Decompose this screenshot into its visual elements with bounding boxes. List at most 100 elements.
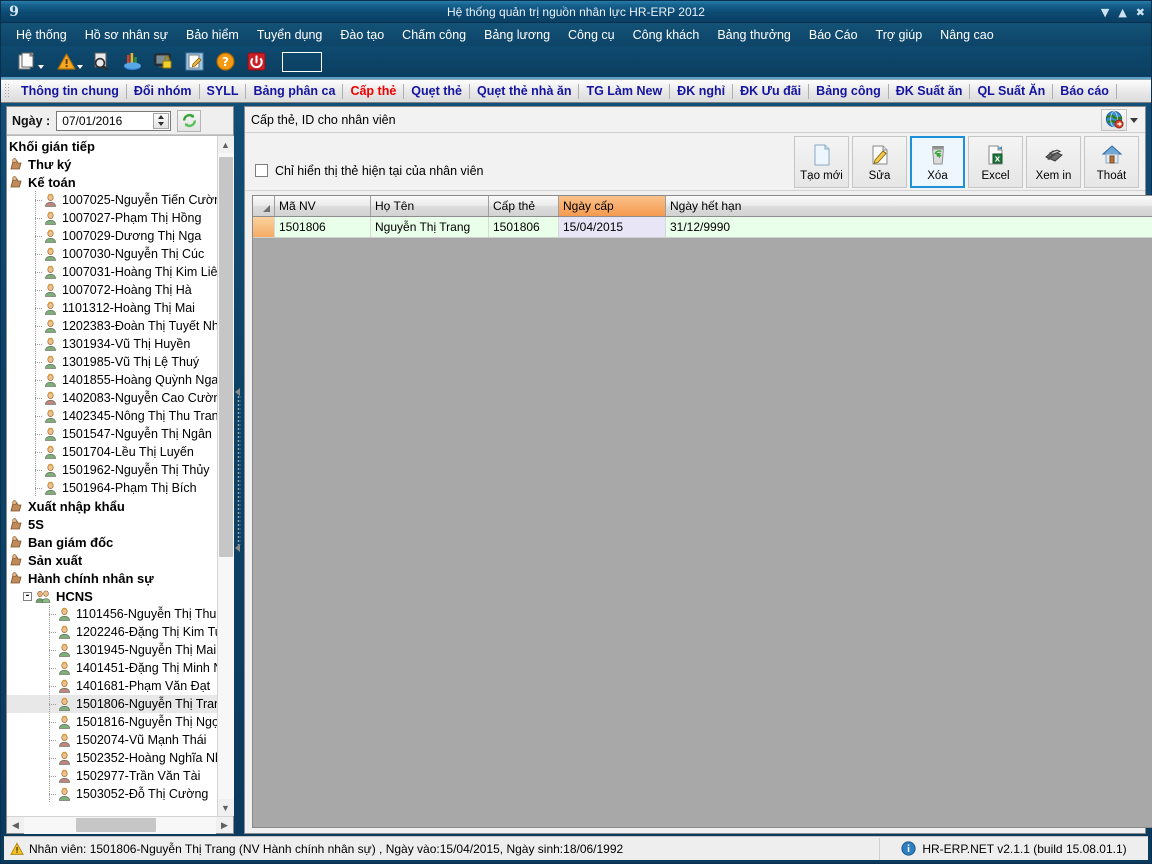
menu-nang-cao[interactable]: Nâng cao [931,26,1003,44]
chevron-down-icon[interactable] [77,64,83,69]
tree-employee-item[interactable]: 1402345-Nông Thị Thu Trang [7,407,217,425]
tree-employee-item[interactable]: 1501964-Phạm Thị Bích [7,479,217,497]
vscroll-track[interactable] [217,153,234,799]
tree-employee-item[interactable]: 1007031-Hoàng Thị Kim Liên [7,263,217,281]
tab-th-ng-tin-chung[interactable]: Thông tin chung [14,82,126,100]
menu-cong-cu[interactable]: Công cụ [559,26,624,44]
tree-group-item[interactable]: Khối gián tiếp [7,137,217,155]
chevron-down-icon[interactable] [38,64,44,69]
splitter-collapse-bottom-icon[interactable] [235,544,240,552]
hscroll-track[interactable] [24,816,216,834]
grid-select-all-header[interactable] [253,196,275,216]
tree-employee-item[interactable]: 1402083-Nguyễn Cao Cường [7,389,217,407]
date-spinner[interactable] [153,112,170,129]
grid-column-header[interactable]: Ngày cấp [559,196,666,216]
tree-employee-item[interactable]: 1007027-Phạm Thị Hồng [7,209,217,227]
warning-icon[interactable] [47,48,85,76]
tree-employee-item[interactable]: 1007030-Nguyễn Thị Cúc [7,245,217,263]
scroll-left-button[interactable]: ◀ [7,817,24,834]
splitter-collapse-top-icon[interactable] [235,388,240,396]
tab-c-p-th[interactable]: Cấp thẻ [343,82,403,100]
edit-note-icon[interactable] [179,48,209,76]
tab-ql-su-t-n[interactable]: QL Suất Ăn [970,82,1052,100]
chart-report-icon[interactable] [117,48,147,76]
tab-syll[interactable]: SYLL [200,82,246,100]
tab-tg-l-m-new[interactable]: TG Làm New [579,82,669,100]
menu-dao-tao[interactable]: Đào tạo [331,26,393,44]
documents-icon[interactable] [8,48,46,76]
tab-qu-t-th[interactable]: Quẹt thẻ [404,82,469,100]
grid-column-header[interactable]: Ngày hết hạn [666,196,1152,216]
grid-header-row[interactable]: Mã NV Họ Tên Cấp thẻ Ngày cấp Ngày hết hạn [253,196,1152,217]
grid-column-header[interactable]: Họ Tên [371,196,489,216]
tab-bar-grip[interactable] [4,83,10,99]
scroll-right-button[interactable]: ▶ [216,817,233,834]
print-preview-button[interactable]: Xem in [1026,135,1081,188]
power-off-icon[interactable] [241,48,271,76]
tree-employee-item[interactable]: 1502977-Trần Văn Tài [7,767,217,785]
employee-tree[interactable]: Khối gián tiếp Thư ký Kế toán 1007025-Nguyễ… [7,136,217,816]
tree-employee-item[interactable]: 1101312-Hoàng Thị Mai [7,299,217,317]
create-new-button[interactable]: Tạo mới [794,135,849,188]
tree-employee-item[interactable]: 1501806-Nguyễn Thị Tran [7,695,217,713]
search-document-icon[interactable] [86,48,116,76]
filter-checkbox-row[interactable]: Chỉ hiển thị thẻ hiện tại của nhân viên [255,164,794,178]
table-cell[interactable]: 1501806 [489,217,559,237]
tree-employee-item[interactable]: 1401451-Đặng Thị Minh N [7,659,217,677]
grid-column-header[interactable]: Mã NV [275,196,371,216]
tab-k-su-t-n[interactable]: ĐK Suất ăn [889,82,970,100]
delete-button[interactable]: Xóa [910,135,965,188]
date-picker[interactable] [56,110,172,131]
menu-ho-so-nhan-su[interactable]: Hồ sơ nhân sự [76,26,177,44]
minimize-button[interactable]: ▼ [1101,7,1109,18]
tree-employee-item[interactable]: 1301985-Vũ Thị Lệ Thuý [7,353,217,371]
tree-group-item[interactable]: Hành chính nhân sự [7,569,217,587]
vscroll-thumb[interactable] [218,157,233,557]
tree-employee-item[interactable]: 1502074-Vũ Mạnh Thái [7,731,217,749]
globe-dropdown-icon[interactable] [1127,116,1141,124]
refresh-button[interactable] [177,109,202,132]
tree-employee-item[interactable]: 1501547-Nguyễn Thị Ngân [7,425,217,443]
menu-bang-luong[interactable]: Bảng lương [475,26,559,44]
menu-cong-khach[interactable]: Công khách [624,26,709,44]
menu-cham-cong[interactable]: Chấm công [393,26,475,44]
tree-employee-item[interactable]: 1301945-Nguyễn Thị Mai [7,641,217,659]
menu-tuyen-dung[interactable]: Tuyển dụng [248,26,332,44]
tree-employee-item[interactable]: 1501704-Lều Thị Luyến [7,443,217,461]
tab-qu-t-th-nh-n[interactable]: Quẹt thẻ nhà ăn [470,82,578,100]
tab-b-ng-c-ng[interactable]: Bảng công [809,82,888,100]
tree-employee-item[interactable]: 1503052-Đỗ Thị Cường [7,785,217,803]
tree-employee-item[interactable]: 1401681-Phạm Văn Đạt [7,677,217,695]
grid-body[interactable]: 1501806 Nguyễn Thị Trang 1501806 15/04/2015… [253,217,1152,238]
empty-toolbar-box[interactable] [282,51,322,72]
tree-expander-icon[interactable]: - [23,591,32,601]
table-cell[interactable]: 31/12/9990 [666,217,1152,237]
tree-vertical-scrollbar[interactable]: ▲ ▼ [217,136,234,816]
grid-column-header[interactable]: Cấp thẻ [489,196,559,216]
card-grid[interactable]: Mã NV Họ Tên Cấp thẻ Ngày cấp Ngày hết hạn 1… [252,195,1152,828]
scroll-down-button[interactable]: ▼ [217,799,234,816]
pane-splitter[interactable] [234,106,244,834]
tree-employee-item[interactable]: 1202246-Đặng Thị Kim Tu [7,623,217,641]
tree-employee-item[interactable]: 1301934-Vũ Thị Huyền [7,335,217,353]
tree-employee-item[interactable]: 1502352-Hoàng Nghĩa Nh [7,749,217,767]
tab-k-ngh[interactable]: ĐK nghỉ [670,82,732,100]
help-icon[interactable]: ? [210,48,240,76]
menu-bang-thuong[interactable]: Bảng thưởng [708,26,800,44]
lock-screen-icon[interactable] [148,48,178,76]
menu-he-thong[interactable]: Hệ thống [7,26,76,44]
table-cell[interactable]: Nguyễn Thị Trang [371,217,489,237]
scroll-up-button[interactable]: ▲ [217,136,234,153]
current-card-only-checkbox[interactable] [255,164,268,177]
table-cell[interactable]: 1501806 [275,217,371,237]
tab-b-o-c-o[interactable]: Báo cáo [1053,82,1116,100]
tree-group-item[interactable]: Xuất nhập khẩu [7,497,217,515]
globe-export-icon[interactable] [1101,108,1127,131]
table-row[interactable]: 1501806 Nguyễn Thị Trang 1501806 15/04/2015… [253,217,1152,238]
tree-employee-item[interactable]: 1501816-Nguyễn Thị Ngọ [7,713,217,731]
edit-button[interactable]: Sửa [852,135,907,188]
tree-employee-item[interactable]: 1007072-Hoàng Thị Hà [7,281,217,299]
tree-group-item[interactable]: Kế toán [7,173,217,191]
excel-export-button[interactable]: X Excel [968,135,1023,188]
tree-employee-item[interactable]: 1101456-Nguyễn Thị Thu [7,605,217,623]
